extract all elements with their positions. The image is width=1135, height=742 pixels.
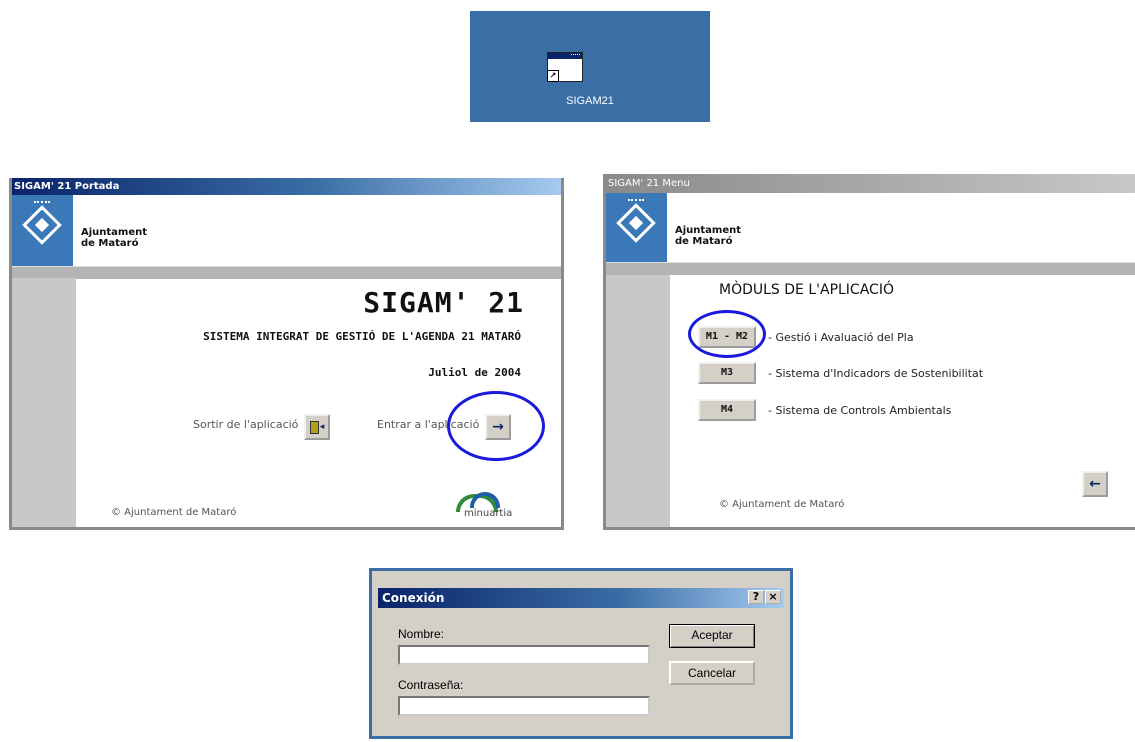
portada-window: SIGAM' 21 Portada Ajuntament de Mataró S… — [9, 178, 564, 530]
password-input[interactable] — [398, 696, 650, 716]
highlight-circle — [447, 391, 545, 461]
menu-sidebar — [606, 275, 670, 527]
desktop-area: ↗ SIGAM21 — [470, 11, 710, 122]
help-button[interactable]: ? — [748, 590, 764, 604]
brand-line-2: de Mataró — [81, 238, 139, 249]
module-button-m3[interactable]: M3 — [698, 362, 756, 384]
icon-dots — [571, 54, 580, 58]
highlight-circle — [688, 310, 766, 358]
shortcut-label[interactable]: SIGAM21 — [470, 95, 710, 107]
brand-text: Ajuntament de Mataró — [81, 227, 147, 249]
menu-window: SIGAM' 21 Menu Ajuntament de Mataró MÒDU… — [603, 174, 1135, 530]
shortcut-arrow-icon: ↗ — [547, 70, 559, 82]
exit-label: Sortir de l'aplicació — [193, 418, 299, 431]
exit-button[interactable]: ◂ — [304, 414, 330, 440]
module-label-m4: - Sistema de Controls Ambientals — [768, 403, 952, 417]
cancel-button[interactable]: Cancelar — [669, 661, 755, 685]
dialog-title: Conexión — [382, 591, 445, 605]
name-label: Nombre: — [398, 627, 445, 641]
password-label: Contraseña: — [398, 678, 464, 692]
module-row-m4: M4 - Sistema de Controls Ambientals — [698, 399, 951, 421]
brand-text: Ajuntament de Mataró — [675, 225, 741, 247]
ajuntament-logo — [12, 195, 73, 266]
brand-line-2: de Mataró — [675, 236, 733, 247]
gray-strip — [606, 263, 1135, 275]
diamond-emblem-icon — [22, 205, 62, 245]
accept-button[interactable]: Aceptar — [669, 624, 755, 648]
ajuntament-logo — [606, 193, 667, 262]
door-exit-icon — [309, 420, 319, 434]
application-window-icon[interactable]: ↗ — [547, 52, 583, 82]
module-label-m3: - Sistema d'Indicadors de Sostenibilitat — [768, 366, 984, 380]
brand-line-1: Ajuntament — [675, 225, 742, 236]
brand-line-1: Ajuntament — [81, 227, 148, 238]
menu-brand-header: Ajuntament de Mataró — [606, 193, 1135, 263]
name-input[interactable] — [398, 645, 650, 665]
copyright-text: © Ajuntament de Mataró — [719, 499, 845, 510]
portada-titlebar: SIGAM' 21 Portada — [12, 178, 561, 195]
back-button[interactable]: ← — [1082, 471, 1108, 497]
close-button[interactable]: × — [765, 590, 781, 604]
release-date: Juliol de 2004 — [428, 366, 521, 379]
diamond-emblem-icon — [616, 203, 656, 243]
module-label-m1-m2: - Gestió i Avaluació del Pla — [768, 330, 914, 344]
module-button-m4[interactable]: M4 — [698, 399, 756, 421]
minuartia-logo: minuartia — [452, 492, 512, 520]
menu-titlebar: SIGAM' 21 Menu — [606, 174, 1135, 193]
app-title: SIGAM' 21 — [363, 286, 524, 319]
copyright-text: © Ajuntament de Mataró — [111, 507, 237, 518]
partner-logo-text: minuartia — [464, 508, 513, 519]
module-row-m3: M3 - Sistema d'Indicadors de Sostenibili… — [698, 362, 983, 384]
exit-arrow-icon: ◂ — [319, 422, 325, 432]
gray-strip — [12, 267, 561, 279]
modules-heading: MÒDULS DE L'APLICACIÓ — [719, 282, 894, 298]
dialog-titlebar: Conexión ? × — [378, 588, 784, 608]
connection-dialog: Conexión ? × Nombre: Contraseña: Aceptar… — [369, 568, 793, 739]
app-subtitle: SISTEMA INTEGRAT DE GESTIÓ DE L'AGENDA 2… — [203, 330, 521, 343]
portada-sidebar — [12, 278, 76, 527]
portada-brand-header: Ajuntament de Mataró — [12, 195, 561, 267]
